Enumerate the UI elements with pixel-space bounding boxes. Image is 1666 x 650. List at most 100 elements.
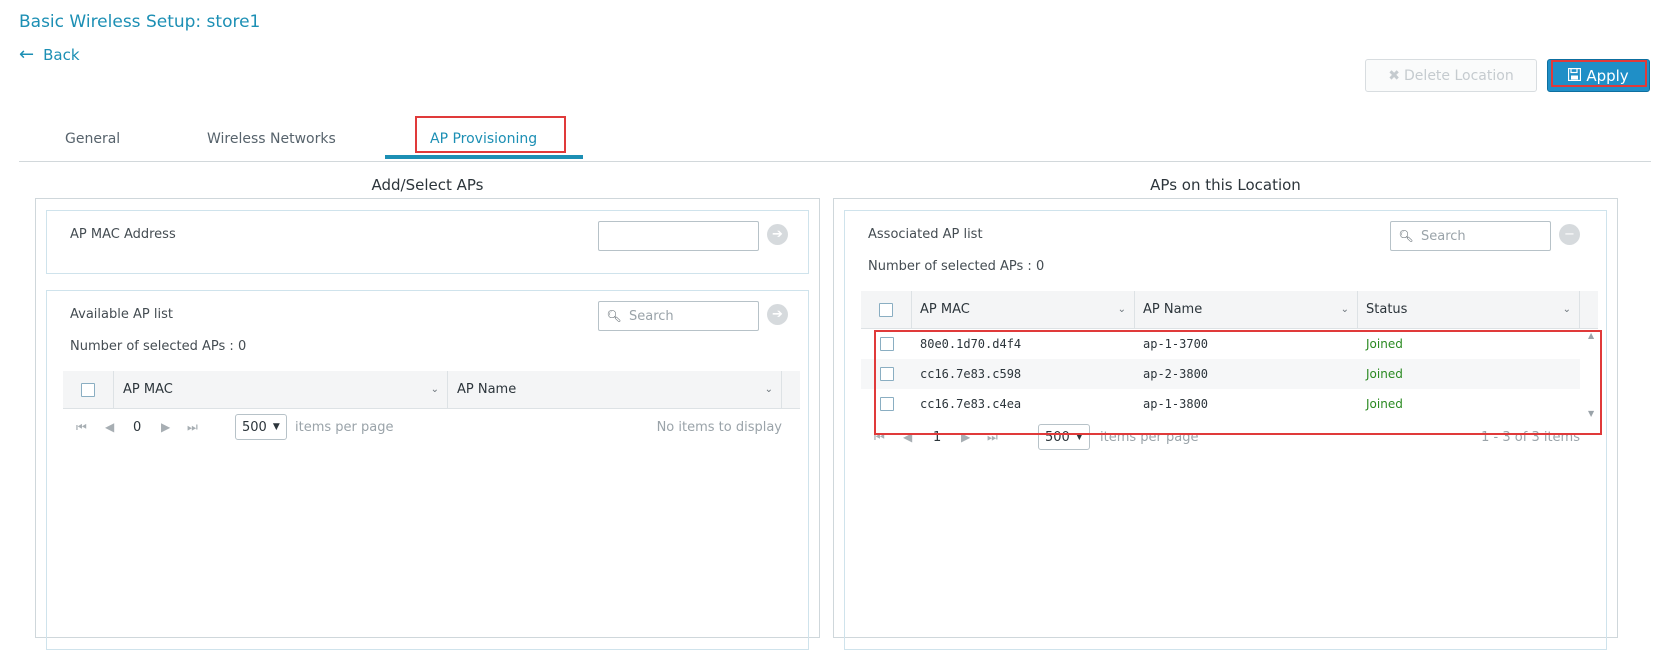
header-select-all [63, 371, 114, 408]
row-checkbox[interactable] [879, 337, 894, 351]
items-per-page-label: items per page [1100, 429, 1199, 445]
scroll-down-icon[interactable]: ▼ [1588, 409, 1594, 418]
column-ap-name[interactable]: AP Name ⌄ [448, 371, 782, 408]
row-select [861, 397, 912, 411]
cell-ap-mac: 80e0.1d70.d4f4 [920, 337, 1022, 351]
arrow-left-icon: ← [19, 44, 35, 65]
right-search-placeholder: Search [1421, 228, 1466, 244]
items-per-page-label: items per page [295, 419, 394, 435]
left-search-placeholder: Search [629, 308, 674, 324]
aps-on-location-panel: Associated AP list Number of selected AP… [833, 198, 1618, 650]
prev-page-icon[interactable]: ◀︎ [903, 430, 912, 444]
cell-status: Joined [1366, 367, 1403, 381]
header-select-all [861, 291, 912, 328]
add-select-aps-panel: AP MAC Address ➔ Available AP list Numbe… [35, 198, 820, 650]
minus-circle-icon[interactable]: − [1559, 224, 1580, 245]
associated-ap-list-box: Associated AP list Number of selected AP… [844, 210, 1607, 650]
page-number[interactable]: 0 [133, 420, 141, 435]
page-size-value: 500 [242, 419, 267, 435]
apply-button[interactable]: Apply [1547, 59, 1650, 92]
back-link[interactable]: ← Back [19, 44, 80, 65]
page-size-select[interactable]: 500 ▼ [1038, 424, 1090, 450]
grid-header: AP MAC ⌄ AP Name ⌄ Status ⌄ [861, 291, 1598, 329]
ap-mac-address-box: AP MAC Address ➔ [46, 210, 809, 274]
right-pager: ⏮︎ ◀︎ 1 ▶︎ ⏭︎ 500 ▼ items per page 1 - 3… [861, 419, 1598, 455]
cell-ap-name: ap-1-3800 [1143, 397, 1209, 411]
next-page-icon[interactable]: ▶︎ [961, 430, 970, 444]
select-all-checkbox[interactable] [81, 382, 95, 397]
next-page-icon[interactable]: ▶︎ [161, 420, 170, 434]
x-icon: ✖ [1388, 67, 1401, 84]
grid-body: 80e0.1d70.d4f4 ap-1-3700 Joined cc16.7e8… [861, 329, 1594, 419]
cell-ap-mac: cc16.7e83.c4ea [920, 397, 1022, 411]
cell-status: Joined [1366, 397, 1403, 411]
range-text: 1 - 3 of 3 items [1481, 429, 1580, 445]
row-select [861, 337, 912, 351]
column-ap-name[interactable]: AP Name ⌄ [1135, 291, 1358, 328]
no-items-text: No items to display [656, 419, 782, 435]
table-row[interactable]: 80e0.1d70.d4f4 ap-1-3700 Joined [861, 329, 1580, 359]
arrow-circle-right-icon[interactable]: ➔ [767, 224, 788, 245]
chevron-down-icon[interactable]: ⌄ [1563, 304, 1571, 315]
associated-ap-list-label: Associated AP list [868, 227, 983, 242]
first-page-icon[interactable]: ⏮︎ [874, 430, 885, 445]
tab-ap-provisioning[interactable]: AP Provisioning [430, 131, 537, 147]
table-row[interactable]: cc16.7e83.c598 ap-2-3800 Joined [861, 359, 1580, 389]
cell-ap-name: ap-2-3800 [1143, 367, 1209, 381]
caret-down-icon: ▼ [272, 422, 280, 432]
active-tab-indicator [385, 155, 583, 159]
row-checkbox[interactable] [879, 367, 894, 381]
apply-label: Apply [1586, 66, 1629, 85]
left-pager: ⏮︎ ◀︎ 0 ▶︎ ⏭︎ 500 ▼ items per page No it… [63, 409, 800, 445]
page-size-select[interactable]: 500 ▼ [235, 414, 287, 440]
last-page-icon[interactable]: ⏭︎ [187, 420, 198, 435]
save-icon [1568, 67, 1582, 85]
delete-location-button[interactable]: ✖ Delete Location [1365, 59, 1537, 92]
back-label: Back [43, 46, 80, 64]
first-page-icon[interactable]: ⏮︎ [76, 420, 87, 435]
right-search-input[interactable]: 🔍︎ Search [1390, 221, 1551, 251]
row-checkbox[interactable] [879, 397, 894, 411]
row-select [861, 367, 912, 381]
table-row[interactable]: cc16.7e83.c4ea ap-1-3800 Joined [861, 389, 1580, 419]
left-panel-title: Add/Select APs [371, 176, 484, 194]
chevron-down-icon[interactable]: ⌄ [1118, 304, 1126, 315]
prev-page-icon[interactable]: ◀︎ [105, 420, 114, 434]
available-ap-list-box: Available AP list Number of selected APs… [46, 290, 809, 650]
available-ap-grid: AP MAC ⌄ AP Name ⌄ ⏮︎ ◀︎ 0 ▶︎ ⏭︎ 500 ▼ i… [63, 371, 800, 445]
grid-header: AP MAC ⌄ AP Name ⌄ [63, 371, 800, 409]
arrow-circle-right-icon[interactable]: ➔ [767, 304, 788, 325]
left-selected-count: Number of selected APs : 0 [70, 339, 247, 354]
magnifier-icon: 🔍︎ [606, 309, 622, 323]
tab-general[interactable]: General [65, 131, 120, 147]
column-ap-mac-label: AP MAC [920, 302, 970, 317]
chevron-down-icon[interactable]: ⌄ [431, 384, 439, 395]
cell-status: Joined [1366, 337, 1403, 351]
cell-ap-name: ap-1-3700 [1143, 337, 1209, 351]
scroll-up-icon[interactable]: ▲ [1588, 331, 1594, 340]
page-number[interactable]: 1 [933, 430, 941, 445]
right-panel-title: APs on this Location [1150, 176, 1301, 194]
magnifier-icon: 🔍︎ [1398, 229, 1414, 243]
associated-ap-grid: AP MAC ⌄ AP Name ⌄ Status ⌄ 80e0.1d70.d4… [861, 291, 1598, 455]
select-all-checkbox[interactable] [879, 302, 893, 317]
column-status[interactable]: Status ⌄ [1358, 291, 1580, 328]
available-ap-list-label: Available AP list [70, 307, 173, 322]
tab-wireless-networks[interactable]: Wireless Networks [207, 131, 336, 147]
column-ap-mac[interactable]: AP MAC ⌄ [114, 371, 448, 408]
ap-mac-address-input[interactable] [598, 221, 759, 251]
caret-down-icon: ▼ [1075, 432, 1083, 442]
tab-divider [19, 161, 1651, 162]
column-ap-mac[interactable]: AP MAC ⌄ [912, 291, 1135, 328]
column-status-label: Status [1366, 302, 1408, 317]
chevron-down-icon[interactable]: ⌄ [765, 384, 773, 395]
left-search-input[interactable]: 🔍︎ Search [598, 301, 759, 331]
cell-ap-mac: cc16.7e83.c598 [920, 367, 1022, 381]
page-size-value: 500 [1045, 429, 1070, 445]
ap-mac-address-label: AP MAC Address [70, 227, 176, 242]
right-selected-count: Number of selected APs : 0 [868, 259, 1045, 274]
chevron-down-icon[interactable]: ⌄ [1341, 304, 1349, 315]
last-page-icon[interactable]: ⏭︎ [987, 430, 998, 445]
column-ap-mac-label: AP MAC [123, 382, 173, 397]
page-title: Basic Wireless Setup: store1 [19, 12, 261, 32]
